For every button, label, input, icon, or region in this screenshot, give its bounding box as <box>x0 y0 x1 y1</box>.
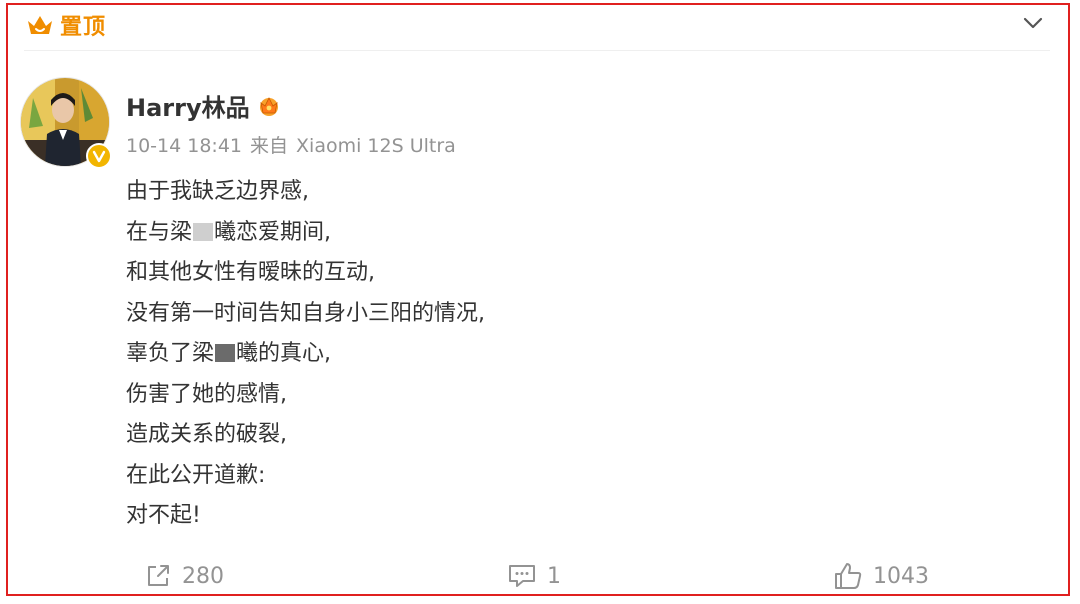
content-line: 由于我缺乏边界感, <box>126 179 309 204</box>
repost-count: 280 <box>182 563 224 589</box>
source-device[interactable]: Xiaomi 12S Ultra <box>296 135 456 157</box>
content-line: 和其他女性有暧昧的互动, <box>126 260 375 285</box>
source-prefix: 来自 <box>250 135 289 157</box>
content-line: 辜负了梁 曦的真心, <box>126 341 332 366</box>
content-line: 在此公开道歉: <box>126 462 266 488</box>
username-link[interactable]: Harry林品 <box>126 88 250 123</box>
crown-pin-icon <box>28 16 52 34</box>
action-bar: 280 1 1043 <box>0 558 1080 594</box>
content-line: 在与梁 曦恋爱期间, <box>126 219 332 245</box>
post-meta: 10-14 18:41 来自 Xiaomi 12S Ultra <box>126 131 464 158</box>
header-divider <box>24 50 1050 51</box>
comment-button[interactable]: 1 <box>507 558 561 594</box>
like-count: 1043 <box>873 563 929 589</box>
user-avatar[interactable] <box>20 77 112 169</box>
redaction-mask <box>215 344 236 362</box>
post-content: 由于我缺乏边界感, 在与梁 曦恋爱期间, 和其他女性有暧昧的互动, 没有第一时间告… <box>126 172 485 537</box>
content-line: 伤害了她的感情, <box>126 381 287 407</box>
post-time[interactable]: 10-14 18:41 <box>126 135 242 157</box>
collapse-toggle[interactable] <box>1020 10 1046 36</box>
verified-v-icon <box>86 143 112 169</box>
content-line: 没有第一时间告知自身小三阳的情况, <box>126 300 485 326</box>
redaction-mask <box>193 222 214 241</box>
pinned-label: 置顶 <box>60 15 107 40</box>
vip-crown-icon <box>259 97 278 116</box>
repost-button[interactable]: 280 <box>144 558 224 594</box>
like-button[interactable]: 1043 <box>833 558 929 594</box>
repost-icon <box>148 565 169 586</box>
comment-count: 1 <box>547 563 561 589</box>
content-line: 造成关系的破裂, <box>126 422 287 447</box>
comment-icon <box>509 565 535 587</box>
thumbs-up-icon <box>835 563 862 589</box>
content-line: 对不起! <box>126 503 201 528</box>
chevron-down-icon <box>1023 17 1043 29</box>
pinned-header: 置顶 <box>26 10 106 40</box>
username-row: Harry林品 <box>126 88 282 122</box>
